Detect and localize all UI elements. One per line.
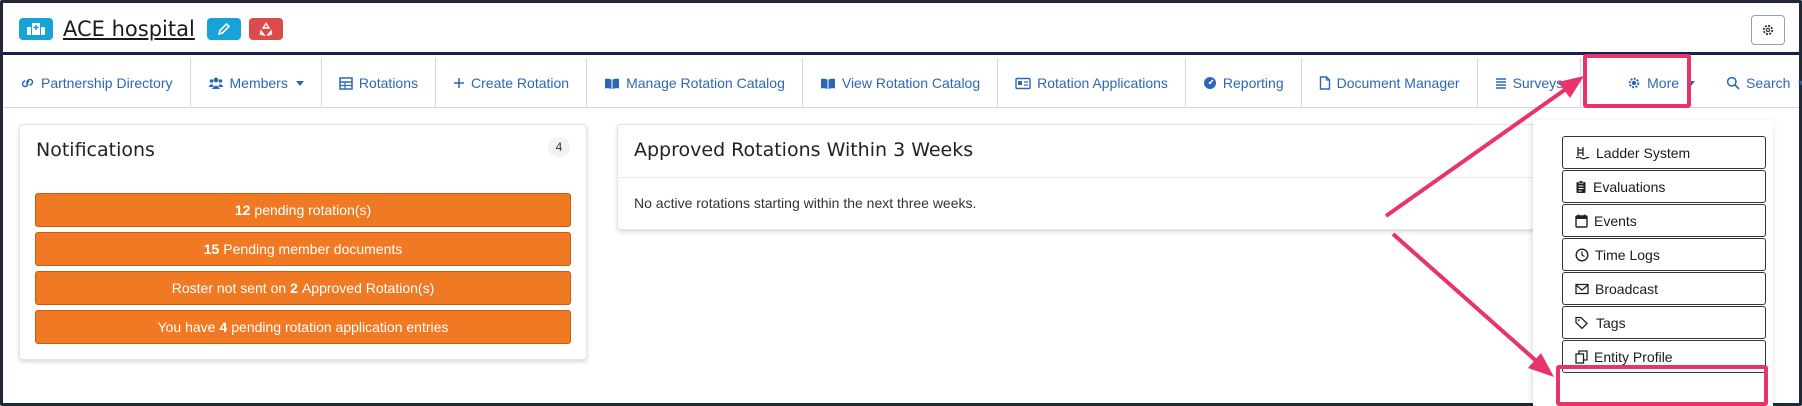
hospital-icon xyxy=(19,18,53,40)
gauge-icon xyxy=(1203,76,1217,90)
nav-item-rotation-applications[interactable]: Rotation Applications xyxy=(998,58,1186,108)
settings-button[interactable] xyxy=(1751,15,1785,45)
menu-item-label: Events xyxy=(1594,212,1637,229)
approved-rotations-title: Approved Rotations Within 3 Weeks xyxy=(634,139,974,161)
nav-item-members[interactable]: Members xyxy=(191,58,322,108)
approved-rotations-card: Approved Rotations Within 3 Weeks No act… xyxy=(617,124,1621,230)
tags-icon xyxy=(1575,316,1590,329)
nav-item-label: Manage Rotation Catalog xyxy=(626,75,785,91)
menu-item-broadcast[interactable]: Broadcast xyxy=(1562,272,1766,305)
menu-item-label: Tags xyxy=(1596,314,1626,331)
nav-item-view-rotation-catalog[interactable]: View Rotation Catalog xyxy=(803,58,999,108)
more-dropdown-menu: Ladder System Evaluations Events Time Logs B… xyxy=(1533,120,1773,406)
nav-item-label: Create Rotation xyxy=(471,75,570,91)
notification-item[interactable]: 12 pending rotation(s) xyxy=(35,193,571,227)
menu-item-label: Evaluations xyxy=(1593,178,1666,195)
notification-count: 15 xyxy=(203,241,220,257)
nav-item-label: View Rotation Catalog xyxy=(841,75,981,91)
envelope-icon xyxy=(1575,283,1589,295)
notification-count: 4 xyxy=(219,319,228,335)
menu-item-evaluations[interactable]: Evaluations xyxy=(1562,170,1766,203)
notification-text: pending rotation(s) xyxy=(254,202,372,218)
menu-item-label: Time Logs xyxy=(1595,246,1660,263)
notifications-title: Notifications xyxy=(36,139,155,161)
clipboard-icon xyxy=(1575,180,1587,194)
nav-item-label: Reporting xyxy=(1222,75,1284,91)
gear-icon xyxy=(1762,24,1774,36)
ladder-icon xyxy=(1575,146,1590,160)
notification-list: 12 pending rotation(s) 15 Pending member do… xyxy=(35,193,571,349)
notification-prefix: You have xyxy=(157,319,216,335)
page-title[interactable]: ACE hospital xyxy=(63,17,195,41)
book-open-icon xyxy=(820,77,836,90)
nav-item-reporting[interactable]: Reporting xyxy=(1186,58,1302,108)
recycle-button[interactable] xyxy=(248,18,283,40)
notification-item[interactable]: Roster not sent on 2 Approved Rotation(s) xyxy=(35,271,571,305)
pencil-icon xyxy=(217,22,230,36)
nav-item-label: Surveys xyxy=(1512,75,1564,91)
nav-item-label: Members xyxy=(229,75,288,91)
clock-icon xyxy=(1575,247,1589,262)
notification-prefix: Roster not sent on xyxy=(171,280,287,296)
nav-item-label: Rotations xyxy=(358,75,419,91)
recycle-icon xyxy=(259,22,273,36)
divider xyxy=(618,177,1620,178)
brand: ACE hospital xyxy=(19,17,283,41)
plus-icon xyxy=(453,77,465,89)
list-icon xyxy=(1495,77,1507,90)
menu-item-ladder-system[interactable]: Ladder System xyxy=(1562,136,1766,169)
notifications-card: Notifications 4 12 pending rotation(s) 15 P… xyxy=(19,124,587,360)
copy-icon xyxy=(1575,349,1588,364)
menu-item-time-logs[interactable]: Time Logs xyxy=(1562,238,1766,271)
nav-item-create-rotation[interactable]: Create Rotation xyxy=(436,58,588,108)
entity-profile-highlight-box xyxy=(1556,365,1768,406)
nav-item-surveys[interactable]: Surveys xyxy=(1478,58,1582,108)
notification-count: 12 xyxy=(234,202,251,218)
calendar-icon xyxy=(1575,214,1588,228)
nav-item-document-manager[interactable]: Document Manager xyxy=(1302,58,1478,108)
edit-button[interactable] xyxy=(206,18,241,40)
notification-text: Approved Rotation(s) xyxy=(301,280,435,296)
menu-item-label: Entity Profile xyxy=(1594,348,1673,365)
nav-item-search[interactable]: Search xyxy=(1709,58,1802,108)
nav-item-label: Rotation Applications xyxy=(1037,75,1168,91)
caret-down-icon xyxy=(1798,80,1802,86)
main-nav: Partnership Directory Members Rotations Cre… xyxy=(3,58,1802,108)
nav-item-manage-rotation-catalog[interactable]: Manage Rotation Catalog xyxy=(587,58,803,108)
nav-item-label: Search xyxy=(1746,75,1791,91)
more-highlight-box xyxy=(1583,54,1691,108)
file-icon xyxy=(1319,76,1331,90)
nav-item-label: Partnership Directory xyxy=(41,75,173,91)
nav-item-label: Document Manager xyxy=(1336,75,1460,91)
menu-item-label: Broadcast xyxy=(1595,280,1659,297)
notifications-count-badge: 4 xyxy=(548,137,570,157)
caret-down-icon xyxy=(295,80,304,86)
approved-rotations-message: No active rotations starting within the … xyxy=(634,195,977,211)
search-icon xyxy=(1726,76,1740,90)
notification-item[interactable]: You have 4 pending rotation application en… xyxy=(35,310,571,344)
table-icon xyxy=(339,76,353,90)
id-card-icon xyxy=(1015,77,1031,90)
nav-item-partnership-directory[interactable]: Partnership Directory xyxy=(3,58,191,108)
menu-item-tags[interactable]: Tags xyxy=(1562,306,1766,339)
nav-item-rotations[interactable]: Rotations xyxy=(322,58,437,108)
notification-text: pending rotation application entries xyxy=(231,319,449,335)
book-open-icon xyxy=(604,77,620,90)
notification-count: 2 xyxy=(290,280,298,296)
header-bar: ACE hospital xyxy=(3,3,1799,55)
menu-item-events[interactable]: Events xyxy=(1562,204,1766,237)
link-icon xyxy=(20,76,35,90)
notification-text: Pending member documents xyxy=(223,241,403,257)
notification-item[interactable]: 15 Pending member documents xyxy=(35,232,571,266)
users-icon xyxy=(208,76,224,90)
menu-item-label: Ladder System xyxy=(1596,144,1691,161)
